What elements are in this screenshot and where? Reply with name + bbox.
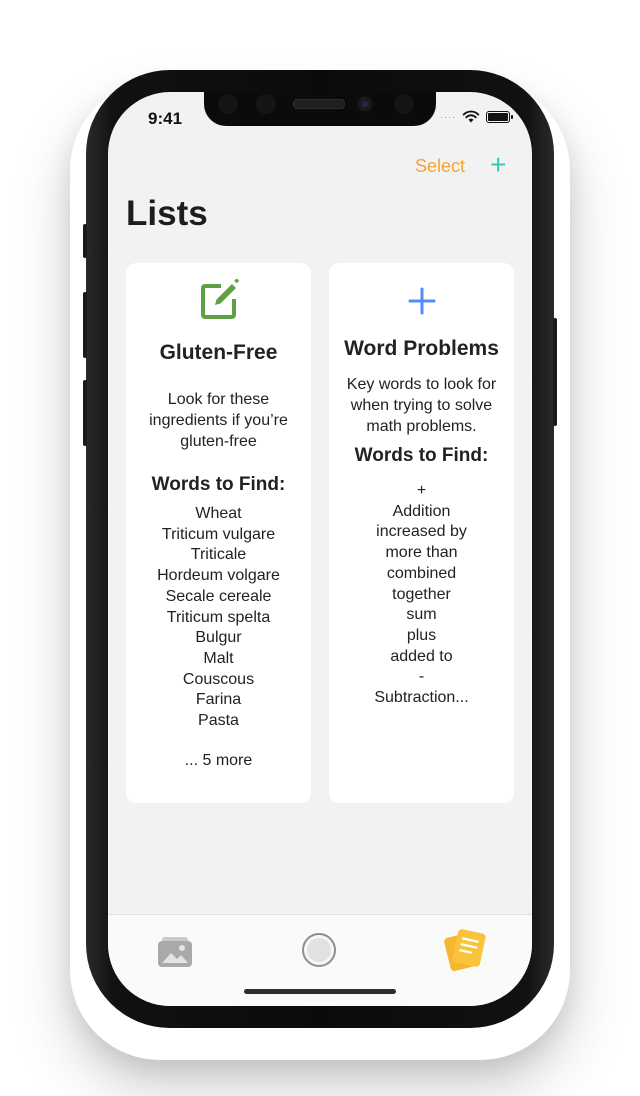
- status-time: 9:41: [148, 109, 183, 128]
- list-item: Couscous: [182, 670, 255, 688]
- camera-shutter-icon[interactable]: [302, 933, 336, 967]
- edit-icon[interactable]: [197, 279, 241, 323]
- notch-sensor: [256, 94, 276, 114]
- list-item: combined: [386, 564, 457, 582]
- photos-icon[interactable]: [158, 937, 192, 967]
- front-camera: [356, 95, 374, 113]
- list-item: more than: [385, 544, 458, 562]
- side-button-volume-up: [83, 292, 87, 358]
- status-indicators: ····: [440, 110, 513, 123]
- word-list: Wheat Triticum vulgare Triticale Hordeum…: [134, 504, 303, 732]
- home-indicator[interactable]: [244, 989, 396, 994]
- list-item: Addition: [392, 502, 451, 520]
- list-item: +: [416, 482, 427, 499]
- list-item: Wheat: [195, 505, 242, 522]
- lists-icon[interactable]: [443, 929, 487, 971]
- list-item: -: [418, 668, 425, 686]
- side-button-mute: [83, 224, 87, 258]
- card-description: Key words to look for when trying to sol…: [346, 376, 497, 435]
- notch-sensor: [394, 94, 414, 114]
- list-item: sum: [406, 606, 437, 624]
- list-item: Pasta: [198, 712, 239, 730]
- notch-sensor: [218, 94, 238, 114]
- signal-dots-icon: ····: [440, 111, 456, 122]
- list-item: Triticale: [190, 546, 247, 564]
- battery-icon: [486, 110, 513, 123]
- list-item: Secale cereale: [165, 587, 272, 605]
- card-title: Gluten-Free: [159, 341, 278, 364]
- side-button-power: [553, 318, 557, 426]
- list-item: plus: [406, 626, 437, 644]
- select-button[interactable]: Select: [415, 156, 465, 177]
- card-title: Word Problems: [344, 337, 499, 360]
- more-count: ... 5 more: [184, 751, 253, 769]
- list-item: added to: [390, 647, 453, 665]
- page-title: Lists: [126, 194, 208, 233]
- list-item: Farina: [195, 691, 242, 709]
- list-item: increased by: [376, 523, 467, 541]
- add-list-button[interactable]: +: [490, 150, 506, 180]
- screen: 9:41 ···· Select + Lists Gluten-Free Loo…: [108, 92, 532, 1006]
- list-item: Triticum vulgare: [161, 525, 276, 543]
- wifi-icon: [462, 110, 480, 123]
- speaker-grille: [293, 99, 345, 109]
- list-item: together: [392, 585, 451, 603]
- list-item: Triticum spelta: [166, 608, 271, 626]
- list-item: Subtraction...: [374, 689, 469, 707]
- side-button-volume-down: [83, 380, 87, 446]
- notch: [204, 92, 436, 126]
- list-item: Malt: [203, 649, 234, 667]
- list-item: Hordeum volgare: [157, 567, 280, 585]
- words-heading: Words to Find:: [151, 474, 286, 495]
- words-heading: Words to Find:: [354, 445, 489, 466]
- plus-icon[interactable]: [407, 286, 437, 316]
- card-description: Look for these ingredients if you’re glu…: [149, 391, 288, 450]
- list-item: Bulgur: [195, 629, 242, 647]
- word-list: + Addition increased by more than combin…: [337, 481, 506, 709]
- list-card-gluten-free[interactable]: Gluten-Free Look for these ingredients i…: [126, 263, 311, 803]
- list-card-word-problems[interactable]: Word Problems Key words to look for when…: [329, 263, 514, 803]
